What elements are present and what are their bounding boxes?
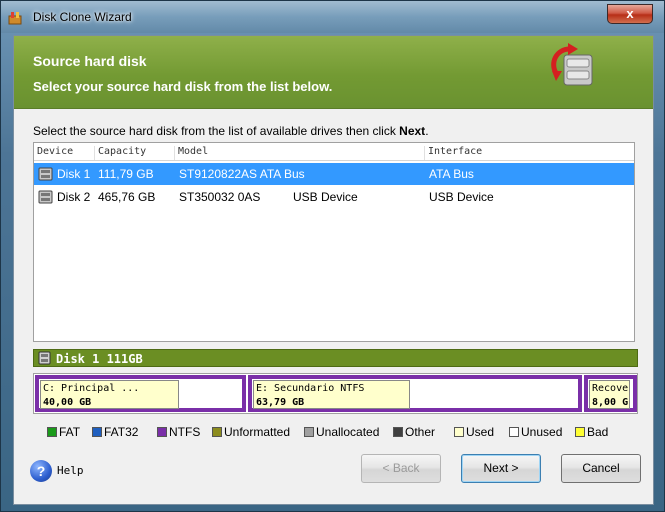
legend-unformatted: Unformatted [212, 425, 290, 439]
partition-label: E: Secundario NTFS [256, 383, 365, 394]
disk-clone-wizard-window: Disk Clone Wizard x Source hard disk Sel… [0, 0, 665, 512]
hard-disk-icon [38, 190, 53, 204]
partition-used-area: C: Principal ... 40,00 GB [40, 380, 179, 409]
partition-used-area: E: Secundario NTFS 63,79 GB [253, 380, 410, 409]
fat32-swatch-icon [92, 427, 102, 437]
fat-swatch-icon [47, 427, 57, 437]
bad-swatch-icon [575, 427, 585, 437]
legend-fat: FAT [47, 425, 80, 439]
legend-unused: Unused [509, 425, 562, 439]
column-header-capacity[interactable]: Capacity [94, 146, 146, 160]
legend-bad: Bad [575, 425, 608, 439]
disk-row-1[interactable]: Disk 1 111,79 GB ST9120822AS ATA Bus ATA… [34, 163, 634, 185]
disk-model: ST9120822AS ATA Bus [179, 167, 305, 181]
partition-c[interactable]: C: Principal ... 40,00 GB [35, 375, 246, 412]
page-title: Source hard disk [33, 53, 147, 69]
legend-used: Used [454, 425, 494, 439]
partition-size: 8,00 G [592, 397, 629, 408]
next-button[interactable]: Next > [461, 454, 541, 483]
next-keyword: Next [399, 124, 426, 138]
help-icon[interactable]: ? [30, 460, 52, 482]
column-header-model[interactable]: Model [174, 146, 208, 160]
instruction-text: Select the source hard disk from the lis… [33, 124, 429, 138]
unformatted-swatch-icon [212, 427, 222, 437]
disk-list[interactable]: Device Capacity Model Interface Disk 1 1… [33, 142, 635, 342]
unallocated-swatch-icon [304, 427, 314, 437]
disk-model-extra: USB Device [293, 190, 358, 204]
selected-disk-label: Disk 1 111GB [56, 352, 143, 366]
disk-list-header: Device Capacity Model Interface [34, 143, 634, 161]
partition-legend: FAT FAT32 NTFS Unformatted Unallocated O… [47, 425, 647, 441]
disk-interface: ATA Bus [429, 167, 474, 181]
help-label[interactable]: Help [57, 464, 84, 477]
cancel-button[interactable]: Cancel [561, 454, 641, 483]
window-title: Disk Clone Wizard [33, 10, 132, 24]
wizard-header: Source hard disk Select your source hard… [14, 36, 653, 109]
other-swatch-icon [393, 427, 403, 437]
column-header-interface[interactable]: Interface [424, 146, 482, 160]
disk-model: ST350032 0AS [179, 190, 261, 204]
disk-capacity: 111,79 GB [98, 167, 154, 181]
hard-disk-icon [38, 167, 53, 181]
close-button[interactable]: x [607, 4, 653, 24]
legend-other: Other [393, 425, 435, 439]
partition-size: 40,00 GB [43, 397, 92, 408]
disk-capacity: 465,76 GB [98, 190, 156, 204]
disk-device: Disk 1 [57, 167, 91, 181]
app-icon [8, 12, 22, 25]
title-bar: Disk Clone Wizard x [1, 1, 664, 33]
partition-map: C: Principal ... 40,00 GB E: Secundario … [33, 373, 638, 414]
legend-unallocated: Unallocated [304, 425, 379, 439]
partition-size: 63,79 GB [256, 397, 305, 408]
partition-used-area: Recover 8,00 G [589, 380, 630, 409]
partition-recovery[interactable]: Recover 8,00 G [584, 375, 637, 412]
legend-ntfs: NTFS [157, 425, 200, 439]
partition-e[interactable]: E: Secundario NTFS 63,79 GB [248, 375, 582, 412]
disk-clone-icon [551, 43, 593, 86]
hard-disk-icon [38, 351, 51, 365]
partition-label: Recover [592, 383, 630, 394]
wizard-client-area: Source hard disk Select your source hard… [13, 35, 654, 505]
partition-label: C: Principal ... [43, 383, 140, 394]
disk-row-2[interactable]: Disk 2 465,76 GB ST350032 0AS USB Device… [34, 186, 634, 208]
ntfs-swatch-icon [157, 427, 167, 437]
back-button[interactable]: < Back [361, 454, 441, 483]
unused-swatch-icon [509, 427, 519, 437]
disk-interface: USB Device [429, 190, 494, 204]
legend-fat32: FAT32 [92, 425, 138, 439]
disk-device: Disk 2 [57, 190, 91, 204]
selected-disk-bar: Disk 1 111GB [33, 349, 638, 367]
used-swatch-icon [454, 427, 464, 437]
column-header-device[interactable]: Device [34, 146, 73, 160]
page-subtitle: Select your source hard disk from the li… [33, 79, 333, 94]
